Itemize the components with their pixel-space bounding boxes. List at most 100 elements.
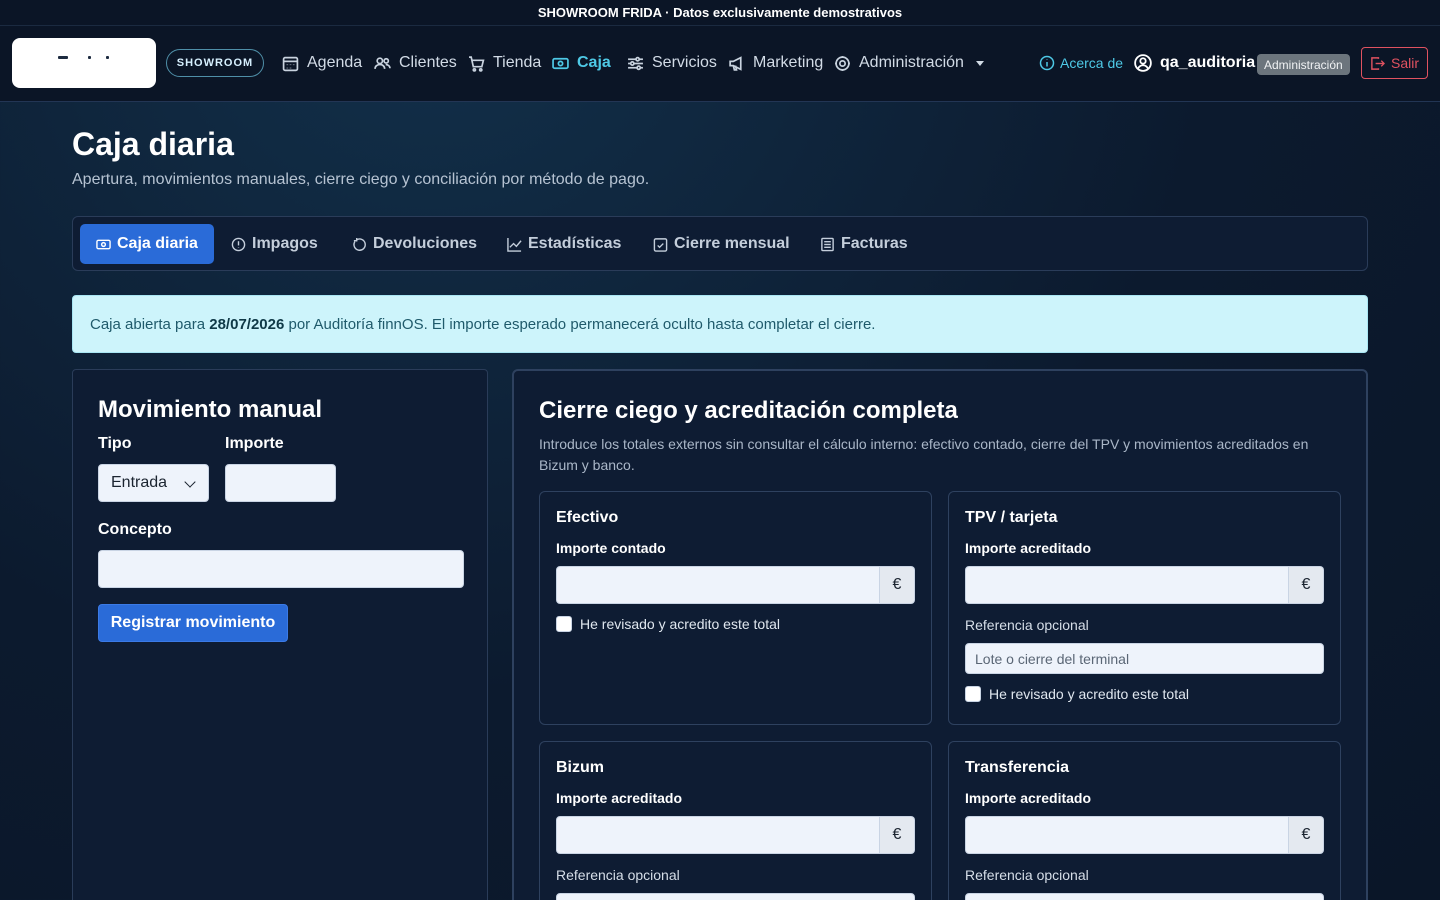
tab-facturas[interactable]: Facturas: [804, 224, 924, 264]
chart-line-icon: [507, 237, 522, 252]
tab-bar: Caja diaria Impagos Devoluciones Estadís…: [72, 216, 1368, 271]
amount-label: Importe acreditado: [965, 790, 1092, 806]
tipo-selected-value: Entrada: [111, 474, 168, 491]
payment-card-bizum: Bizum Importe acreditado € Referencia op…: [539, 741, 932, 900]
tab-impagos[interactable]: Impagos: [215, 224, 334, 264]
checkbox[interactable]: [556, 616, 572, 632]
chevron-down-icon: [975, 60, 984, 66]
manual-movement-card: Movimiento manual Tipo Importe Entrada C…: [72, 369, 488, 900]
username: qa_auditoria: [1160, 54, 1256, 71]
tab-label: Cierre mensual: [674, 235, 790, 252]
alert-circle-icon: [231, 237, 246, 251]
tpv-confirm-check[interactable]: He revisado y acredito este total: [965, 686, 1189, 702]
nav-item-agenda[interactable]: Agenda: [282, 50, 362, 76]
amount-input-group: €: [965, 816, 1324, 854]
user-menu[interactable]: qa_auditoria: [1134, 50, 1255, 76]
nav-item-tienda[interactable]: Tienda: [468, 50, 541, 76]
amount-input-group: €: [556, 816, 915, 854]
tab-caja-diaria[interactable]: Caja diaria: [80, 224, 214, 264]
nav-item-label: Agenda: [307, 54, 363, 71]
navbar: SHOWROOM Agenda Clientes Tienda Caja Ser…: [0, 26, 1440, 102]
nav-item-label: Clientes: [399, 54, 457, 71]
nav-item-clientes[interactable]: Clientes: [374, 50, 457, 76]
tipo-select[interactable]: Entrada: [98, 464, 209, 502]
efectivo-confirm-check[interactable]: He revisado y acredito este total: [556, 616, 780, 632]
tab-label: Devoluciones: [373, 235, 478, 252]
payment-card-title: Transferencia: [965, 759, 1070, 776]
nav-item-label: Administración: [859, 54, 964, 71]
amount-label: Importe acreditado: [965, 540, 1092, 556]
currency-addon: €: [1289, 566, 1324, 604]
role-badge: Administración: [1257, 54, 1350, 75]
tab-estadisticas[interactable]: Estadísticas: [491, 224, 637, 264]
user-circle-icon: [1134, 54, 1152, 72]
chevron-down-icon: [184, 476, 196, 488]
importe-label: Importe: [225, 435, 284, 452]
bizum-reference-input[interactable]: [556, 893, 915, 900]
logo[interactable]: [12, 38, 156, 88]
nav-item-marketing[interactable]: Marketing: [728, 50, 823, 76]
page-subtitle: Apertura, movimientos manuales, cierre c…: [72, 171, 650, 188]
tab-devoluciones[interactable]: Devoluciones: [336, 224, 493, 264]
reference-label: Referencia opcional: [965, 617, 1089, 633]
importe-input[interactable]: [225, 464, 336, 502]
cash-icon: [96, 239, 111, 249]
check-label: He revisado y acredito este total: [580, 616, 780, 632]
refresh-icon: [353, 237, 366, 251]
document-icon: [821, 237, 834, 251]
bizum-amount-input[interactable]: [556, 816, 880, 854]
users-icon: [374, 56, 391, 69]
showroom-badge: SHOWROOM: [166, 49, 264, 77]
nav-item-caja[interactable]: Caja: [552, 50, 611, 76]
efectivo-amount-input[interactable]: [556, 566, 880, 604]
nav-item-label: Marketing: [753, 54, 824, 71]
check-label: He revisado y acredito este total: [989, 686, 1189, 702]
blind-closing-card: Cierre ciego y acreditación completa Int…: [512, 369, 1368, 900]
cart-icon: [469, 55, 485, 72]
info-alert: Caja abierta para 28/07/2026 por Auditor…: [72, 295, 1368, 353]
tpv-reference-input[interactable]: Lote o cierre del terminal: [965, 643, 1324, 674]
concepto-label: Concepto: [98, 521, 172, 538]
tab-cierre-mensual[interactable]: Cierre mensual: [637, 224, 806, 264]
tab-label: Facturas: [841, 235, 908, 252]
info-icon: [1039, 55, 1055, 71]
tpv-amount-input[interactable]: [965, 566, 1289, 604]
payment-card-efectivo: Efectivo Importe contado € He revisado y…: [539, 491, 932, 725]
demo-banner: SHOWROOM FRIDA · Datos exclusivamente de…: [0, 0, 1440, 26]
logout-button[interactable]: Salir: [1361, 47, 1428, 79]
concepto-input[interactable]: [98, 550, 464, 588]
about-link[interactable]: Acerca de: [1039, 50, 1123, 76]
sliders-icon: [628, 56, 643, 70]
tipo-label: Tipo: [98, 435, 132, 452]
register-movement-button[interactable]: Registrar movimiento: [98, 604, 288, 642]
alert-date: 28/07/2026: [209, 315, 285, 333]
calendar-icon: [282, 56, 299, 71]
checkbox[interactable]: [965, 686, 981, 702]
transferencia-reference-input[interactable]: [965, 893, 1324, 900]
payment-card-title: Bizum: [556, 759, 604, 776]
amount-label: Importe contado: [556, 540, 666, 556]
currency-addon: €: [880, 816, 915, 854]
blind-closing-title: Cierre ciego y acreditación completa: [539, 397, 958, 424]
payment-card-tpv: TPV / tarjeta Importe acreditado € Refer…: [948, 491, 1341, 725]
gear-icon: [835, 55, 850, 71]
manual-movement-title: Movimiento manual: [98, 396, 323, 423]
cash-icon: [552, 57, 569, 69]
megaphone-icon: [729, 55, 742, 71]
currency-addon: €: [1289, 816, 1324, 854]
amount-input-group: €: [556, 566, 915, 604]
nav-item-servicios[interactable]: Servicios: [627, 50, 717, 76]
calendar-check-icon: [653, 237, 668, 252]
about-label: Acerca de: [1060, 55, 1124, 71]
alert-suffix: por Auditoría finnOS. El importe esperad…: [284, 315, 876, 333]
transferencia-amount-input[interactable]: [965, 816, 1289, 854]
nav-item-administracion[interactable]: Administración: [834, 50, 984, 76]
reference-label: Referencia opcional: [556, 867, 680, 883]
payment-card-title: TPV / tarjeta: [965, 509, 1058, 526]
logout-icon: [1371, 56, 1385, 70]
nav-item-label: Caja: [577, 54, 611, 71]
amount-input-group: €: [965, 566, 1324, 604]
nav-item-label: Tienda: [493, 54, 542, 71]
tab-label: Caja diaria: [117, 235, 198, 252]
logout-label: Salir: [1390, 55, 1419, 71]
